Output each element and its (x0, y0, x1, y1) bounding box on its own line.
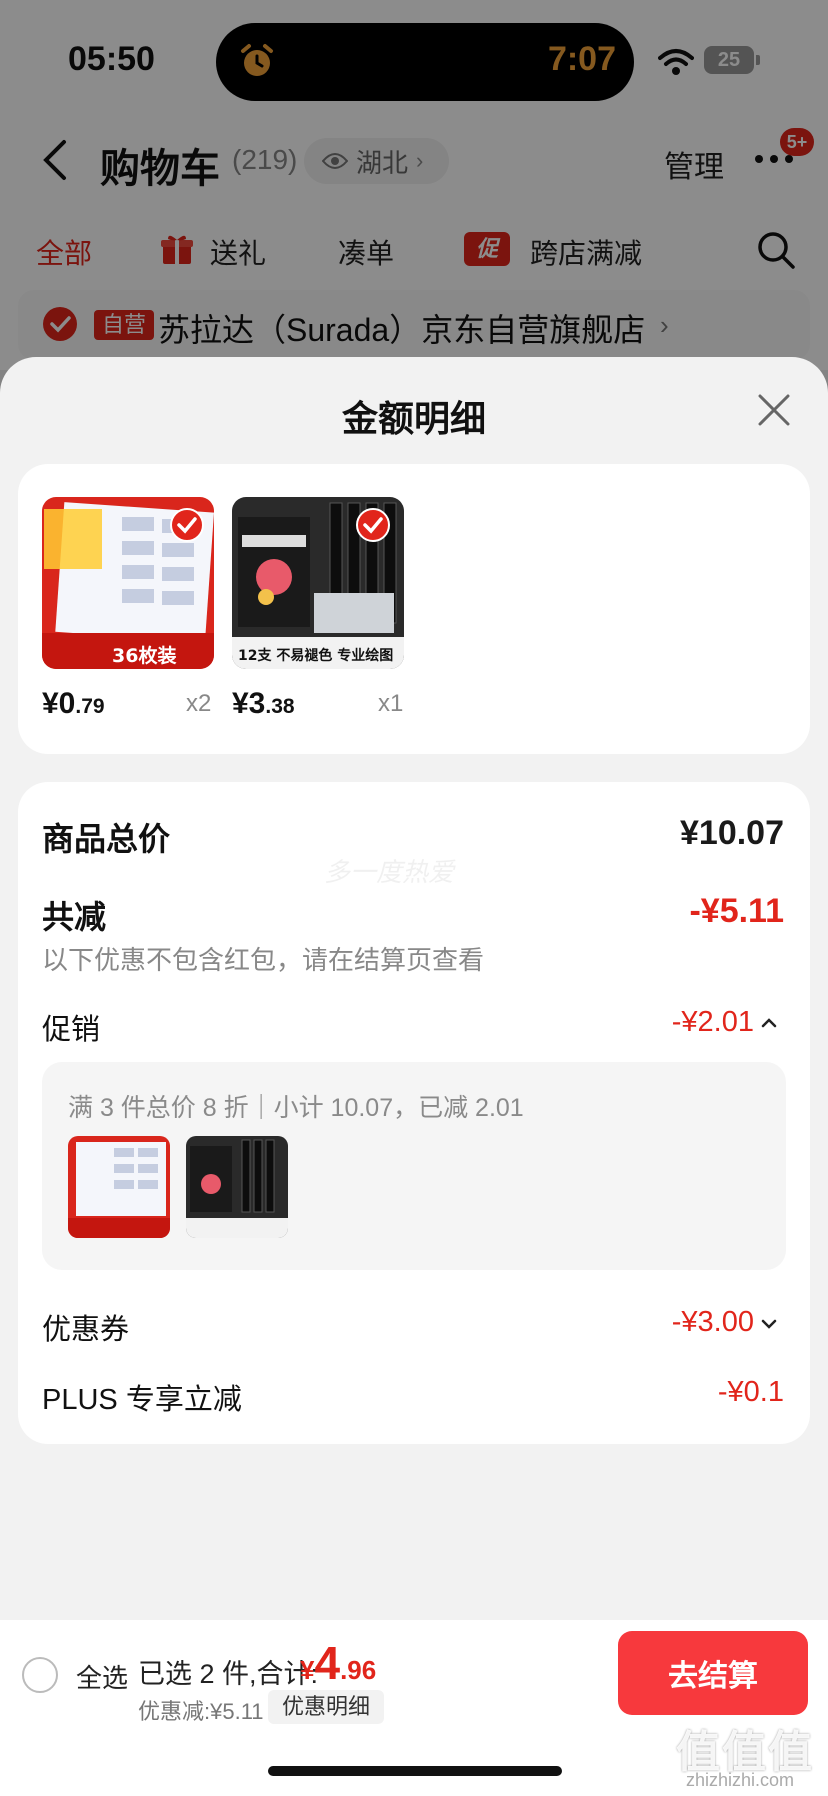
close-icon[interactable] (756, 392, 792, 428)
select-all-label[interactable]: 全选 (76, 1658, 128, 1695)
coupon-value[interactable]: -¥3.00 (672, 1306, 754, 1339)
promo-item-thumbnail-markers (186, 1136, 288, 1238)
total-reduction-value: -¥5.11 (689, 892, 784, 930)
labels-mini-image (68, 1136, 170, 1238)
total-price: ¥4.96 (300, 1637, 377, 1689)
promotion-description: 满 3 件总价 8 折｜小计 10.07，已减 2.01 (68, 1094, 524, 1122)
item-checked-icon[interactable] (170, 508, 204, 542)
item-price: ¥0.79 (42, 687, 105, 720)
coupon-label: 优惠券 (42, 1314, 130, 1346)
discount-amount: 优惠减:¥5.11 (138, 1699, 264, 1724)
select-all-checkbox[interactable] (22, 1657, 58, 1693)
discount-detail-button[interactable]: 优惠明细 (268, 1690, 385, 1724)
promotion-value[interactable]: -¥2.01 (672, 1006, 754, 1039)
promo-item-thumbnail-labels (68, 1136, 170, 1238)
chevron-up-icon[interactable] (760, 1016, 778, 1028)
plus-discount-label: PLUS 专享立减 (42, 1384, 242, 1416)
sheet-title: 金额明细 (341, 398, 486, 439)
thumb-caption-markers: 12支 不易褪色 专业绘图 (238, 647, 393, 664)
plus-discount-value: -¥0.1 (717, 1376, 784, 1408)
item-checked-icon[interactable] (356, 508, 390, 542)
home-indicator[interactable] (268, 1766, 562, 1776)
item-quantity: x2 (186, 690, 212, 717)
goods-total-value: ¥10.07 (680, 814, 784, 852)
red-packet-note: 以下优惠不包含红包，请在结算页查看 (42, 945, 485, 975)
watermark-text: 多一度热爱 (324, 857, 455, 887)
item-price: ¥3.38 (232, 687, 295, 720)
thumb-caption-labels: 36枚装 (112, 644, 176, 667)
promotion-label: 促销 (42, 1014, 101, 1046)
item-quantity: x1 (378, 690, 404, 717)
markers-mini-image (186, 1136, 288, 1238)
checkout-button[interactable]: 去结算 (618, 1631, 808, 1715)
goods-total-label: 商品总价 (42, 821, 171, 857)
site-watermark-url: zhizhizhi.com (686, 1770, 795, 1790)
chevron-down-icon[interactable] (760, 1318, 778, 1330)
selected-summary: 已选 2 件,合计: (138, 1659, 319, 1689)
total-reduction-label: 共减 (42, 899, 107, 935)
